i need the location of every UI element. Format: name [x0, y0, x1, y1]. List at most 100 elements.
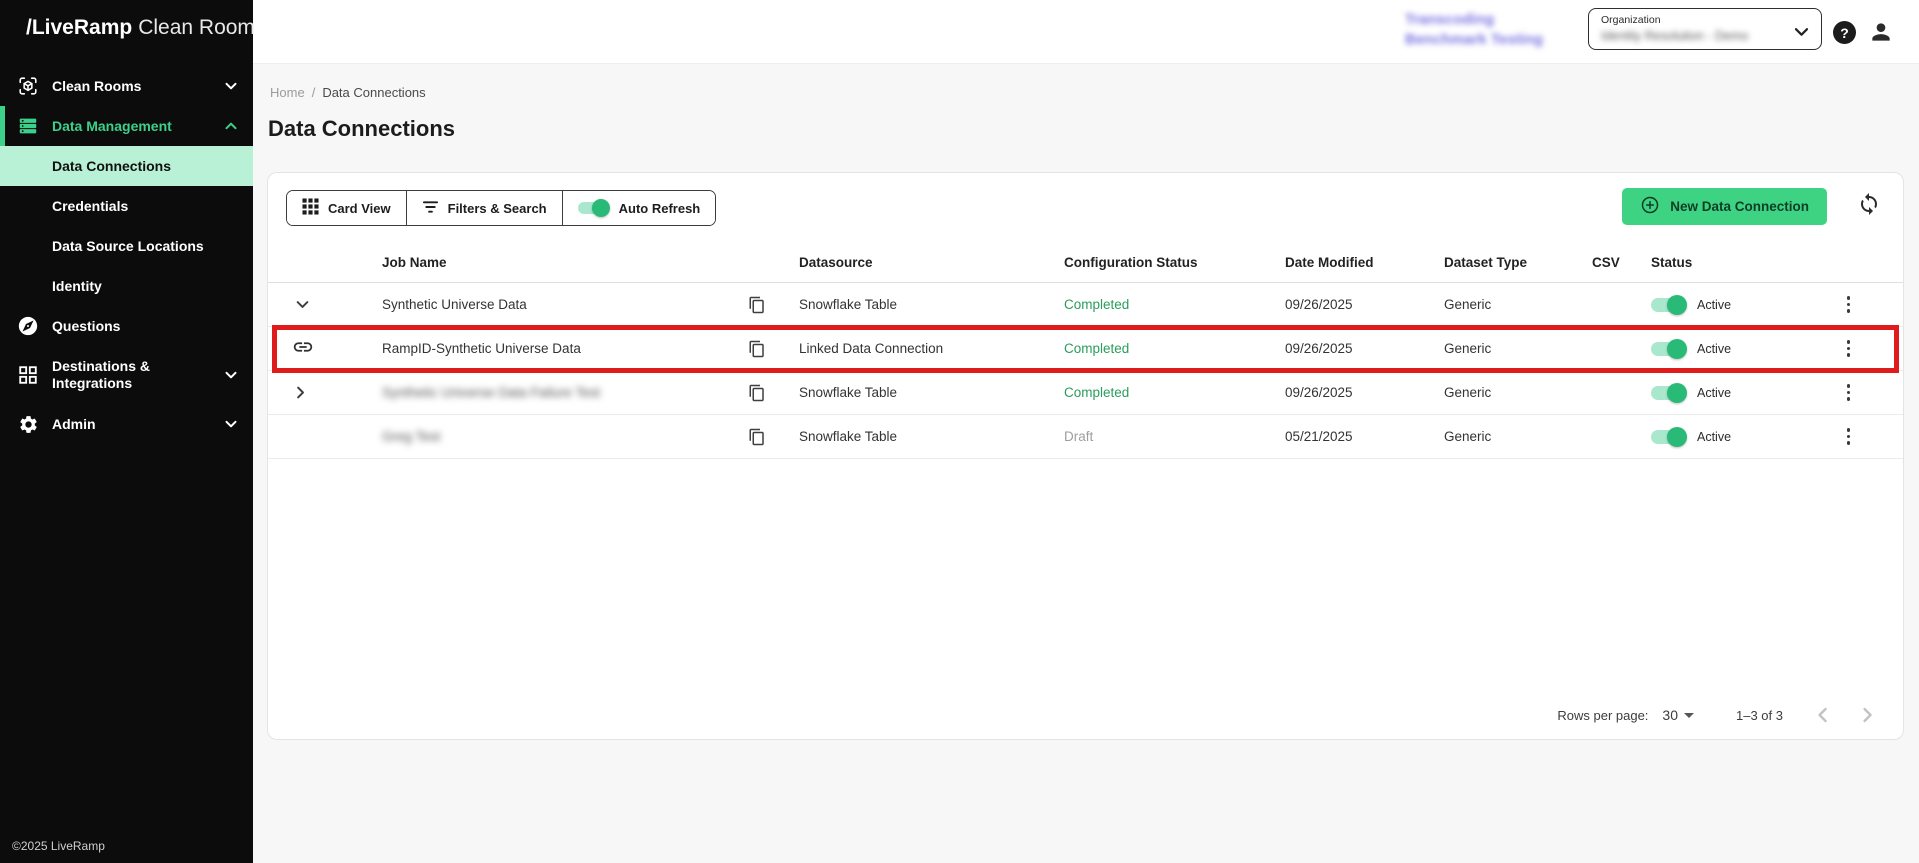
sidebar-item-destinations-integrations[interactable]: Destinations & Integrations	[0, 346, 253, 404]
status-toggle[interactable]	[1651, 339, 1687, 359]
help-button[interactable]: ?	[1833, 21, 1856, 44]
row-menu-kebab-icon[interactable]	[1842, 291, 1856, 318]
breadcrumb-current: Data Connections	[322, 85, 425, 100]
copy-icon[interactable]	[748, 384, 799, 402]
status-label: Active	[1697, 342, 1731, 356]
main-content: Home / Data Connections Data Connections C…	[253, 64, 1919, 863]
rows-per-page-value: 30	[1662, 707, 1678, 723]
rows-per-page-select[interactable]: 30	[1662, 707, 1694, 723]
table-row[interactable]: Greg Test Snowflake Table Draft 05/21/20…	[268, 415, 1903, 459]
breadcrumb: Home / Data Connections	[270, 85, 426, 100]
row-expander-expand-icon[interactable]	[292, 382, 309, 403]
sidebar-item-admin[interactable]: Admin	[0, 404, 253, 444]
person-icon	[1868, 32, 1894, 49]
sidebar-item-label: Admin	[52, 416, 213, 433]
breadcrumb-separator: /	[312, 85, 316, 100]
note-line-2: Benchmark Testing	[1405, 30, 1543, 50]
grid-icon	[16, 364, 40, 386]
new-data-connection-button[interactable]: New Data Connection	[1622, 188, 1827, 225]
sidebar-item-label: Questions	[52, 318, 213, 335]
table-header-row: Job Name Datasource Configuration Status…	[268, 243, 1903, 283]
logo-light-text: Clean Room	[138, 16, 255, 39]
chevron-down-icon	[225, 371, 237, 379]
datasource: Snowflake Table	[799, 429, 1064, 444]
datasource: Snowflake Table	[799, 297, 1064, 312]
sidebar-item-label: Destinations & Integrations	[52, 358, 213, 392]
status-label: Active	[1697, 430, 1731, 444]
sidebar-subitem-label: Data Source Locations	[0, 238, 204, 254]
table-row[interactable]: Synthetic Universe Data Failure Test Sno…	[268, 371, 1903, 415]
sidebar-item-data-connections[interactable]: Data Connections	[0, 146, 253, 186]
organization-label: Organization	[1601, 14, 1661, 26]
column-date-modified: Date Modified	[1285, 255, 1444, 270]
dataset-type: Generic	[1444, 297, 1592, 312]
next-page-button[interactable]	[1862, 707, 1873, 723]
card-view-button[interactable]: Card View	[287, 191, 406, 225]
chevron-down-icon	[1794, 24, 1809, 42]
configuration-status: Completed	[1064, 341, 1285, 356]
row-expander-collapse-icon[interactable]	[292, 296, 313, 313]
card-view-icon	[302, 198, 319, 218]
chevron-up-icon	[225, 122, 237, 130]
sidebar-subitem-label: Credentials	[0, 198, 128, 214]
copy-icon[interactable]	[748, 428, 799, 446]
view-controls-group: Card View Filters & Search Auto Refresh	[286, 190, 716, 226]
sidebar-item-data-management[interactable]: Data Management	[0, 106, 253, 146]
previous-page-button[interactable]	[1817, 707, 1828, 723]
linked-connection-icon	[292, 336, 314, 361]
date-modified: 09/26/2025	[1285, 341, 1444, 356]
datasource: Linked Data Connection	[799, 341, 1064, 356]
column-csv: CSV	[1592, 255, 1651, 270]
row-menu-kebab-icon[interactable]	[1842, 335, 1856, 362]
status-toggle[interactable]	[1651, 295, 1687, 315]
column-job-name: Job Name	[382, 255, 748, 270]
job-name: RampID-Synthetic Universe Data	[382, 341, 748, 356]
date-modified: 05/21/2025	[1285, 429, 1444, 444]
sidebar-item-clean-rooms[interactable]: Clean Rooms	[0, 66, 253, 106]
status-label: Active	[1697, 386, 1731, 400]
configuration-status: Completed	[1064, 385, 1285, 400]
sidebar-item-credentials[interactable]: Credentials	[0, 186, 253, 226]
sidebar-item-label: Data Management	[52, 118, 213, 135]
status-toggle[interactable]	[1651, 383, 1687, 403]
pagination: Rows per page: 30 1–3 of 3	[1557, 707, 1873, 723]
user-account-button[interactable]	[1868, 19, 1894, 50]
auto-refresh-toggle[interactable]	[578, 199, 610, 217]
dataset-type: Generic	[1444, 341, 1592, 356]
copy-icon[interactable]	[748, 340, 799, 358]
status-toggle[interactable]	[1651, 427, 1687, 447]
row-menu-kebab-icon[interactable]	[1842, 379, 1856, 406]
sidebar-subitem-label: Identity	[0, 278, 102, 294]
refresh-button[interactable]	[1857, 192, 1881, 221]
table-row[interactable]: Synthetic Universe Data Snowflake Table …	[268, 283, 1903, 327]
sidebar-item-data-source-locations[interactable]: Data Source Locations	[0, 226, 253, 266]
row-menu-kebab-icon[interactable]	[1842, 423, 1856, 450]
cube-scan-icon	[16, 75, 40, 97]
organization-dropdown[interactable]: Organization Identity Resolution - Demo	[1588, 8, 1822, 50]
configuration-status: Draft	[1064, 429, 1285, 444]
data-connections-table: Job Name Datasource Configuration Status…	[268, 243, 1903, 459]
copy-icon[interactable]	[748, 296, 799, 314]
auto-refresh-control[interactable]: Auto Refresh	[562, 191, 716, 225]
dataset-type: Generic	[1444, 385, 1592, 400]
job-name-redacted: Greg Test	[382, 429, 748, 444]
column-config-status: Configuration Status	[1064, 255, 1285, 270]
auto-refresh-label: Auto Refresh	[619, 201, 701, 216]
column-status: Status	[1651, 255, 1903, 270]
plus-circle-icon	[1640, 195, 1660, 218]
filters-search-button[interactable]: Filters & Search	[406, 191, 562, 225]
organization-value-redacted: Identity Resolution - Demo	[1601, 29, 1751, 43]
sidebar-item-questions[interactable]: Questions	[0, 306, 253, 346]
logo-bold-text: /LiveRamp	[26, 16, 132, 39]
active-section-indicator	[0, 106, 5, 146]
sidebar-item-identity[interactable]: Identity	[0, 266, 253, 306]
breadcrumb-home-link[interactable]: Home	[270, 85, 305, 100]
column-datasource: Datasource	[799, 255, 1064, 270]
table-row[interactable]: RampID-Synthetic Universe Data Linked Da…	[268, 327, 1903, 371]
new-data-connection-label: New Data Connection	[1670, 199, 1809, 214]
date-modified: 09/26/2025	[1285, 385, 1444, 400]
job-name: Synthetic Universe Data	[382, 297, 748, 312]
status-label: Active	[1697, 298, 1731, 312]
pagination-range: 1–3 of 3	[1736, 708, 1783, 723]
copyright-text: ©2025 LiveRamp	[12, 839, 105, 853]
